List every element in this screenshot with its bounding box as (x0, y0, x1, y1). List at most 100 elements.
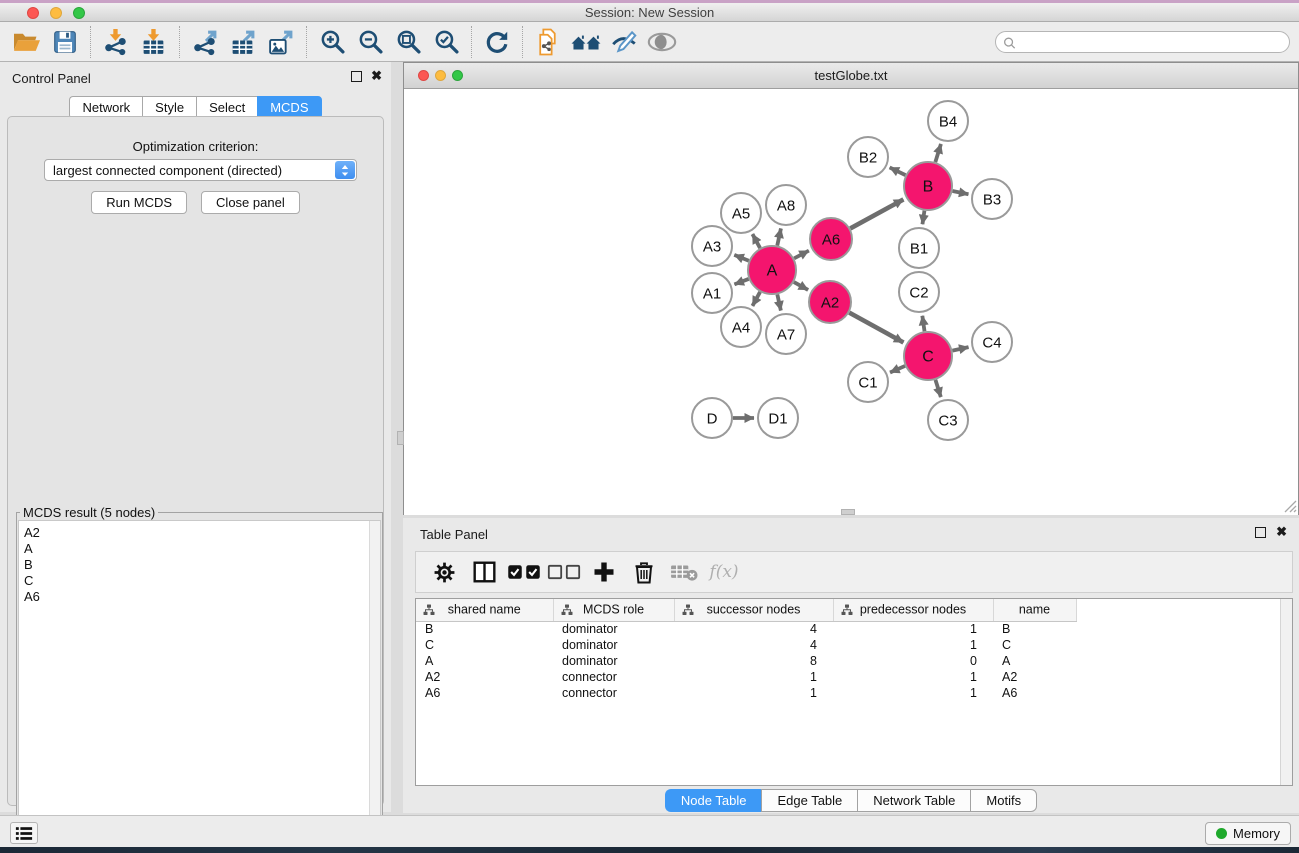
hide-graphics-details-button[interactable] (607, 25, 641, 59)
network-window-titlebar[interactable]: testGlobe.txt (404, 63, 1298, 89)
graph-edge-B-B3[interactable] (952, 191, 968, 194)
cell[interactable]: B (993, 621, 1076, 637)
graph-node-A2[interactable]: A2 (809, 281, 851, 323)
cell[interactable]: connector (553, 685, 674, 701)
search-input[interactable] (1020, 33, 1280, 51)
table-scrollbar[interactable] (1280, 599, 1292, 785)
table-row-C[interactable]: Cdominator41C (416, 637, 1282, 653)
graph-edge-C-C1[interactable] (890, 366, 905, 373)
table-close-panel-icon[interactable]: ✖ (1276, 525, 1287, 539)
cell[interactable]: A6 (416, 685, 553, 701)
cell[interactable]: C (993, 637, 1076, 653)
graph-node-A[interactable]: A (748, 246, 796, 294)
tab-node-table[interactable]: Node Table (665, 789, 762, 812)
cell[interactable]: 8 (674, 653, 833, 669)
tab-edge-table[interactable]: Edge Table (761, 789, 857, 812)
graph-edge-A-A1[interactable] (734, 279, 748, 284)
graph-edge-A6-B[interactable] (850, 199, 903, 228)
refresh-button[interactable] (480, 25, 514, 59)
cell[interactable]: C (416, 637, 553, 653)
criterion-dropdown[interactable]: largest connected component (directed) (44, 159, 357, 181)
cell[interactable]: 1 (833, 621, 993, 637)
graph-node-A3[interactable]: A3 (692, 226, 732, 266)
save-session-button[interactable] (48, 25, 82, 59)
cell[interactable]: dominator (553, 637, 674, 653)
column-header-name[interactable]: name (993, 599, 1076, 621)
table-row-B[interactable]: Bdominator41B (416, 621, 1282, 637)
graph-edge-A-A6[interactable] (794, 251, 809, 259)
graph-edge-B-B4[interactable] (935, 144, 941, 162)
window-resize-grip[interactable] (1282, 498, 1297, 513)
graph-node-D[interactable]: D (692, 398, 732, 438)
task-history-button[interactable] (10, 822, 38, 844)
cell[interactable]: dominator (553, 653, 674, 669)
table-row-A6[interactable]: A6connector11A6 (416, 685, 1282, 701)
graph-edge-A2-C[interactable] (849, 313, 903, 343)
cell[interactable]: A6 (993, 685, 1076, 701)
zoom-fit-button[interactable] (391, 25, 425, 59)
cell[interactable]: B (416, 621, 553, 637)
mcds-result-item[interactable]: A2 (24, 525, 380, 541)
graph-node-A1[interactable]: A1 (692, 273, 732, 313)
network-bottom-scroll-thumb[interactable] (841, 509, 855, 515)
graph-node-A7[interactable]: A7 (766, 314, 806, 354)
cell[interactable]: 1 (833, 685, 993, 701)
cell[interactable]: A (416, 653, 553, 669)
result-scrollbar[interactable] (369, 521, 380, 850)
graph-node-B[interactable]: B (904, 162, 952, 210)
graph-edge-C-C4[interactable] (952, 347, 968, 351)
column-header-mcds-role[interactable]: MCDS role (553, 599, 674, 621)
network-left-scroll-thumb[interactable] (397, 431, 404, 445)
graph-edge-A-A2[interactable] (794, 282, 808, 290)
graph-node-B2[interactable]: B2 (848, 137, 888, 177)
import-network-button[interactable] (99, 25, 133, 59)
mcds-result-item[interactable]: A6 (24, 589, 380, 605)
delete-column-button[interactable] (626, 554, 662, 590)
run-mcds-button[interactable]: Run MCDS (91, 191, 187, 214)
graph-edge-A-A8[interactable] (777, 228, 781, 245)
cell[interactable]: 1 (833, 669, 993, 685)
cell[interactable]: 0 (833, 653, 993, 669)
graph-node-C[interactable]: C (904, 332, 952, 380)
graph-edge-A-A3[interactable] (734, 255, 749, 261)
table-row-A2[interactable]: A2connector11A2 (416, 669, 1282, 685)
cell[interactable]: 1 (674, 669, 833, 685)
close-panel-icon[interactable]: ✖ (371, 69, 382, 83)
graph-edge-A-A5[interactable] (752, 234, 760, 248)
table-float-panel-icon[interactable] (1255, 527, 1266, 538)
graph-edge-C-C3[interactable] (935, 380, 940, 397)
graph-edge-B-B2[interactable] (890, 167, 906, 175)
graph-node-C3[interactable]: C3 (928, 400, 968, 440)
graph-node-C2[interactable]: C2 (899, 272, 939, 312)
graph-edge-A-A7[interactable] (777, 294, 781, 310)
import-table-button[interactable] (137, 25, 171, 59)
cell[interactable]: 1 (833, 637, 993, 653)
duplicate-network-button[interactable] (531, 25, 565, 59)
graph-edge-A-A4[interactable] (752, 292, 760, 306)
graph-node-A6[interactable]: A6 (810, 218, 852, 260)
cell[interactable]: connector (553, 669, 674, 685)
export-image-button[interactable] (264, 25, 298, 59)
graph-node-A8[interactable]: A8 (766, 185, 806, 225)
cell[interactable]: dominator (553, 621, 674, 637)
graph-node-A4[interactable]: A4 (721, 307, 761, 347)
export-network-button[interactable] (188, 25, 222, 59)
graph-node-C1[interactable]: C1 (848, 362, 888, 402)
cell[interactable]: 4 (674, 637, 833, 653)
close-panel-button[interactable]: Close panel (201, 191, 300, 214)
mcds-result-item[interactable]: A (24, 541, 380, 557)
zoom-selected-button[interactable] (429, 25, 463, 59)
export-table-button[interactable] (226, 25, 260, 59)
table-settings-button[interactable] (426, 554, 462, 590)
graph-node-D1[interactable]: D1 (758, 398, 798, 438)
cell[interactable]: 1 (674, 685, 833, 701)
tab-motifs[interactable]: Motifs (970, 789, 1037, 812)
cell[interactable]: A2 (416, 669, 553, 685)
table-row-A[interactable]: Adominator80A (416, 653, 1282, 669)
cell[interactable]: A (993, 653, 1076, 669)
graph-node-B4[interactable]: B4 (928, 101, 968, 141)
show-graphics-details-button[interactable] (645, 25, 679, 59)
toggle-columns-button[interactable] (466, 554, 502, 590)
add-column-button[interactable] (586, 554, 622, 590)
tab-network-table[interactable]: Network Table (857, 789, 970, 812)
